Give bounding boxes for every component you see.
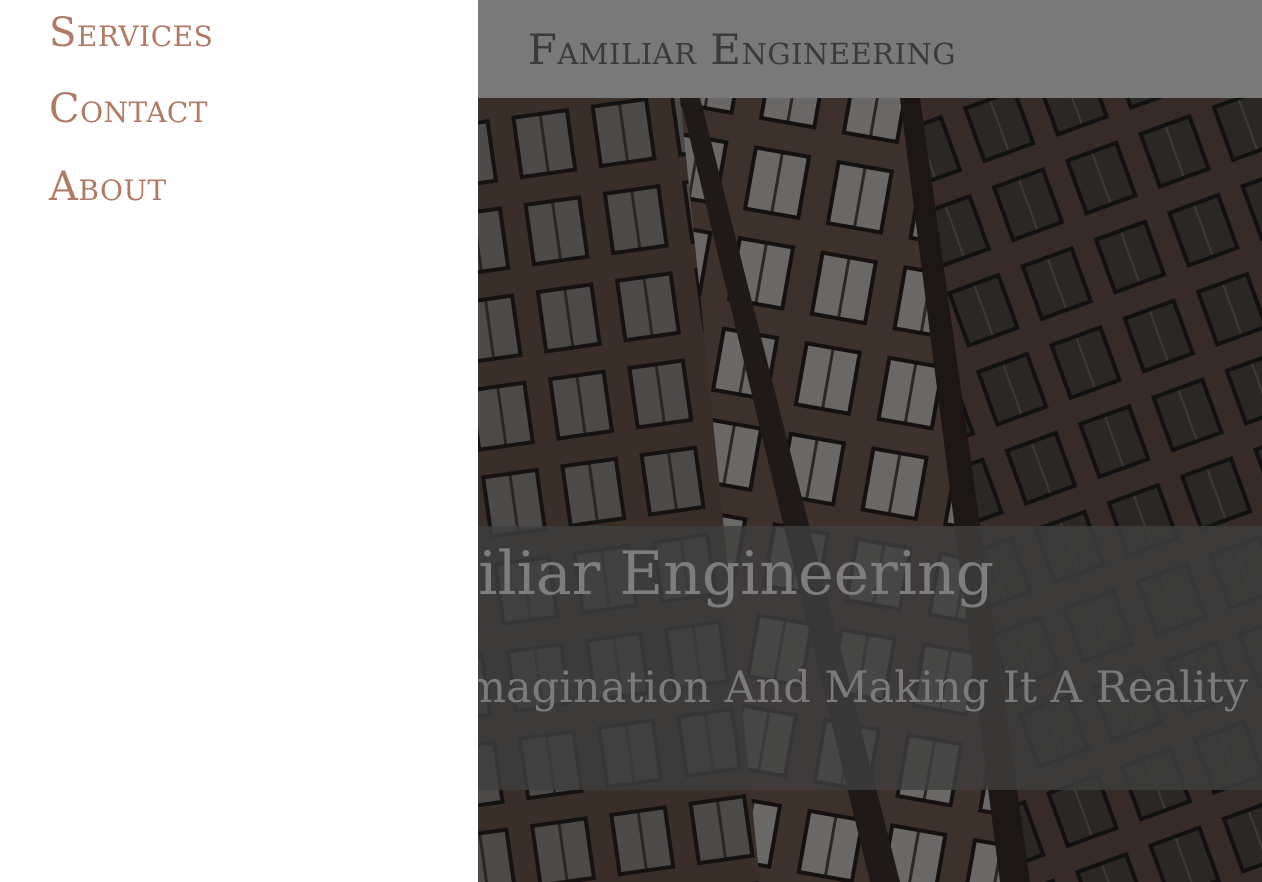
nav-link-about[interactable]: About <box>49 163 167 211</box>
nav-item-services: Services <box>49 9 213 57</box>
nav-item-contact: Contact <box>49 85 208 133</box>
nav-item-about: About <box>49 163 167 211</box>
site-title[interactable]: Familiar Engineering <box>528 24 956 76</box>
side-drawer-menu: Services Contact About <box>0 0 478 882</box>
nav-link-contact[interactable]: Contact <box>49 85 208 133</box>
nav-link-services[interactable]: Services <box>49 9 213 57</box>
